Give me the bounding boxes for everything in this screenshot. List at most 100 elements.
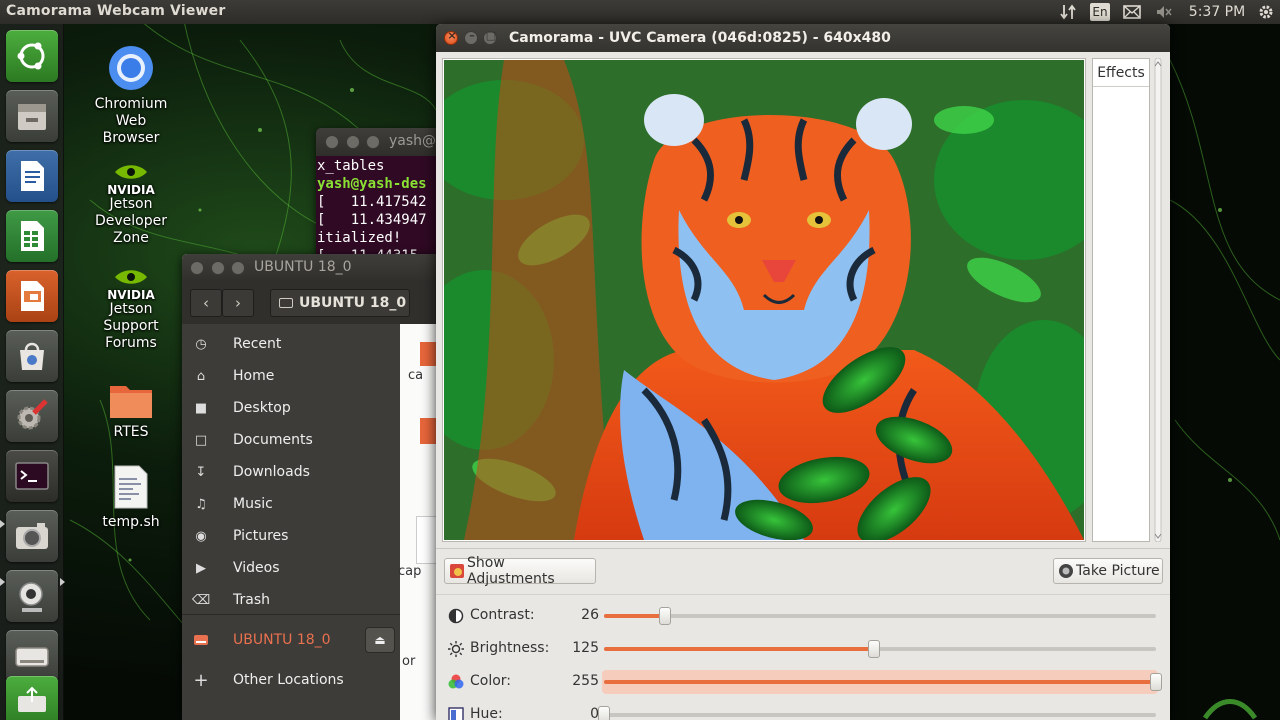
camera-icon: ◉ <box>195 528 207 544</box>
nvidia-logo-text: NVIDIA <box>107 288 155 302</box>
sidebar-item-documents[interactable]: □ Documents <box>182 424 400 456</box>
writer-icon[interactable] <box>6 150 58 202</box>
impress-icon[interactable] <box>6 270 58 322</box>
drive-icon[interactable] <box>6 630 58 682</box>
network-icon[interactable] <box>1058 2 1078 22</box>
minimize-button[interactable]: – <box>464 29 478 45</box>
sidebar-item-desktop[interactable]: ■ Desktop <box>182 392 400 424</box>
launcher <box>0 24 65 720</box>
show-adjustments-button[interactable]: Show Adjustments <box>444 555 596 587</box>
adjustments-icon <box>450 564 464 578</box>
hue-slider[interactable] <box>598 706 1156 720</box>
sidebar-item-trash[interactable]: ⌫ Trash <box>182 584 400 616</box>
terminal-line: [ 11.417542 <box>317 194 427 210</box>
brightness-value: 125 <box>572 640 599 656</box>
chevron-left-icon: ‹ <box>203 294 209 312</box>
effects-scrollbar[interactable] <box>1152 58 1164 542</box>
color-slider[interactable] <box>604 673 1162 691</box>
file-name-partial: cap <box>398 564 422 579</box>
sidebar-item-pictures[interactable]: ◉ Pictures <box>182 520 400 552</box>
software-center-icon[interactable] <box>6 330 58 382</box>
terminal-icon[interactable] <box>6 450 58 502</box>
minimize-button[interactable] <box>346 135 360 149</box>
calc-icon[interactable] <box>6 210 58 262</box>
script-file-icon <box>114 465 148 509</box>
drive-icon <box>193 632 209 648</box>
color-icon <box>448 674 464 689</box>
take-picture-label: Take Picture <box>1076 563 1160 579</box>
usb-drive-icon[interactable] <box>6 676 58 720</box>
active-app-title: Camorama Webcam Viewer <box>6 3 226 19</box>
terminal-output[interactable]: x_tables yash@yash-des [ 11.417542 [ 11.434… <box>316 156 456 266</box>
file-manager-titlebar[interactable]: UBUNTU 18_0 <box>182 254 442 282</box>
camorama-titlebar[interactable]: × – □ Camorama - UVC Camera (046d:0825) … <box>436 24 1170 52</box>
sidebar-item-recent[interactable]: ◷ Recent <box>182 328 400 360</box>
desktop-icon-jetson-forums[interactable]: NVIDIA Jetson Support Forums <box>86 267 176 352</box>
back-button[interactable]: ‹ <box>190 289 222 317</box>
clock[interactable]: 5:37 PM <box>1188 2 1246 22</box>
sidebar-item-label: Videos <box>233 560 280 576</box>
camera-preview-image[interactable] <box>444 60 1084 540</box>
maximize-button[interactable] <box>231 261 245 275</box>
terminal-line: itialized! <box>317 230 402 246</box>
keyboard-layout-indicator[interactable]: En <box>1090 3 1110 21</box>
active-indicator <box>60 578 65 586</box>
desktop-icon-temp-sh[interactable]: temp.sh <box>86 464 176 531</box>
brightness-slider-handle[interactable] <box>868 640 881 658</box>
camera-icon[interactable] <box>6 510 58 562</box>
running-indicator <box>0 520 5 528</box>
mail-icon[interactable] <box>1121 2 1143 22</box>
camorama-window[interactable]: × – □ Camorama - UVC Camera (046d:0825) … <box>436 24 1170 720</box>
brightness-slider[interactable] <box>604 640 1156 658</box>
color-label: Color: <box>470 673 512 689</box>
hue-row: Hue: 0 <box>436 701 1170 720</box>
trash-icon: ⌫ <box>191 592 211 608</box>
sidebar-item-label: Documents <box>233 432 313 448</box>
settings-icon[interactable] <box>6 390 58 442</box>
desktop-icon-label: Jetson Support Forums <box>103 301 159 351</box>
contrast-slider[interactable] <box>604 607 1156 625</box>
sidebar-item-home[interactable]: ⌂ Home <box>182 360 400 392</box>
file-manager-window[interactable]: UBUNTU 18_0 ‹ › UBUNTU 18_0 ◷ Recent ⌂ Home… <box>182 254 442 720</box>
hue-slider-handle[interactable] <box>598 706 610 720</box>
close-button[interactable]: × <box>444 29 458 45</box>
desktop-icon-rtes[interactable]: RTES <box>86 380 176 441</box>
sidebar-item-label: UBUNTU 18_0 <box>233 632 331 648</box>
minimize-button[interactable] <box>211 261 225 275</box>
hue-value: 0 <box>590 706 599 720</box>
close-button[interactable] <box>190 261 204 275</box>
file-manager-icon[interactable] <box>6 90 58 142</box>
path-bar-location[interactable]: UBUNTU 18_0 <box>270 289 410 317</box>
effects-list[interactable]: Effects <box>1092 58 1150 542</box>
location-label: UBUNTU 18_0 <box>299 295 407 311</box>
sidebar-item-videos[interactable]: ▶ Videos <box>182 552 400 584</box>
take-picture-button[interactable]: Take Picture <box>1053 558 1163 584</box>
show-adjustments-label: Show Adjustments <box>467 555 555 587</box>
volume-muted-icon[interactable] <box>1154 2 1174 22</box>
file-manager-title: UBUNTU 18_0 <box>254 259 352 275</box>
color-slider-handle[interactable] <box>1150 673 1162 691</box>
divider <box>436 548 1170 549</box>
sidebar-item-music[interactable]: ♫ Music <box>182 488 400 520</box>
maximize-button[interactable] <box>366 135 380 149</box>
terminal-titlebar[interactable]: yash@ <box>316 128 456 156</box>
close-button[interactable] <box>325 135 339 149</box>
chevron-right-icon: › <box>235 294 241 312</box>
sidebar-item-downloads[interactable]: ↧ Downloads <box>182 456 400 488</box>
sidebar-item-other-locations[interactable]: + Other Locations <box>182 664 400 696</box>
brightness-label: Brightness: <box>470 640 550 656</box>
forward-button[interactable]: › <box>222 289 254 317</box>
maximize-button[interactable]: □ <box>483 29 497 45</box>
effects-header[interactable]: Effects <box>1093 59 1149 87</box>
terminal-window[interactable]: yash@ x_tables yash@yash-des [ 11.417542 [ … <box>316 128 456 268</box>
eject-button[interactable]: ⏏ <box>365 627 395 653</box>
nvidia-watermark-icon <box>1202 699 1258 720</box>
desktop-icon-chromium[interactable]: Chromium Web Browser <box>86 44 176 147</box>
contrast-slider-handle[interactable] <box>658 607 671 625</box>
file-name-partial: or <box>402 654 416 669</box>
desktop-icon-jetson-zone[interactable]: NVIDIA Jetson Developer Zone <box>86 162 176 247</box>
webcam-icon[interactable] <box>6 570 58 622</box>
home-icon: ⌂ <box>196 368 206 384</box>
system-menu-icon[interactable] <box>1256 2 1276 22</box>
ubuntu-icon[interactable] <box>6 30 58 82</box>
